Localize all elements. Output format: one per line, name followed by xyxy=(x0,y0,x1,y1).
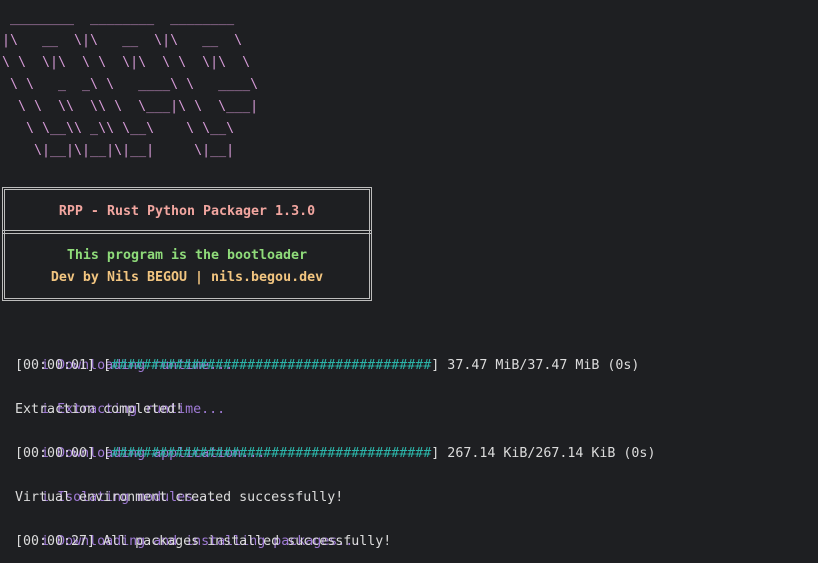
progress-line-runtime: [00:00:01] [############################… xyxy=(15,355,639,377)
banner-title: RPP - Rust Python Packager 1.3.0 xyxy=(58,204,316,219)
banner-credit: Dev by Nils BEGOU | nils.begou.dev xyxy=(50,270,324,285)
log-result-extraction: Extraction completed! xyxy=(15,402,184,417)
progress-time: [00:00:00] [ xyxy=(15,446,112,461)
ascii-logo-line: \ \ _ _\ \ ____\ \ ____\ xyxy=(2,77,259,92)
log-line-downloading-application: i Downloading application... xyxy=(9,421,265,461)
progress-size: ] 37.47 MiB/37.47 MiB (0s) xyxy=(431,358,640,373)
terminal-window: ________ ________ ________ |\ __ \|\ __ … xyxy=(0,0,818,563)
log-line-installing-packages: i Downloading and installing packages... xyxy=(9,509,361,549)
log-line-extracting-runtime: i Extracting runtime... xyxy=(9,377,225,417)
ascii-logo-line: |\ __ \|\ __ \|\ __ \ xyxy=(2,33,243,48)
progress-size: ] 267.14 KiB/267.14 KiB (0s) xyxy=(431,446,656,461)
progress-bar-fill: ######################################## xyxy=(111,358,432,373)
log-result-venv: Virtual environment created successfully… xyxy=(15,490,344,505)
ascii-logo-line: \|__|\|__|\|__| \|__| xyxy=(2,143,235,158)
log-line-downloading-runtime: i Downloading runtime... xyxy=(9,333,233,373)
ascii-logo-line: \ \__\\ _\\ \__\ \ \__\ xyxy=(2,121,235,136)
progress-bar-fill: ######################################## xyxy=(111,446,432,461)
banner-divider xyxy=(2,230,372,234)
ascii-logo-line: \ \ \\ \\ \ \___|\ \ \___| xyxy=(2,99,259,114)
progress-time: [00:00:01] [ xyxy=(15,358,112,373)
progress-line-application: [00:00:00] [############################… xyxy=(15,443,655,465)
log-line-isolating-modules: i Isolating modules... xyxy=(9,465,217,505)
banner-subtitle: This program is the bootloader xyxy=(66,248,308,263)
ascii-logo: ________ ________ ________ |\ __ \|\ __ … xyxy=(2,8,258,162)
ascii-logo-line: \ \ \|\ \ \ \|\ \ \ \|\ \ xyxy=(2,55,251,70)
ascii-logo-line: ________ ________ ________ xyxy=(2,11,235,26)
log-result-packages: [00:00:27] All packages installed succes… xyxy=(15,534,392,549)
